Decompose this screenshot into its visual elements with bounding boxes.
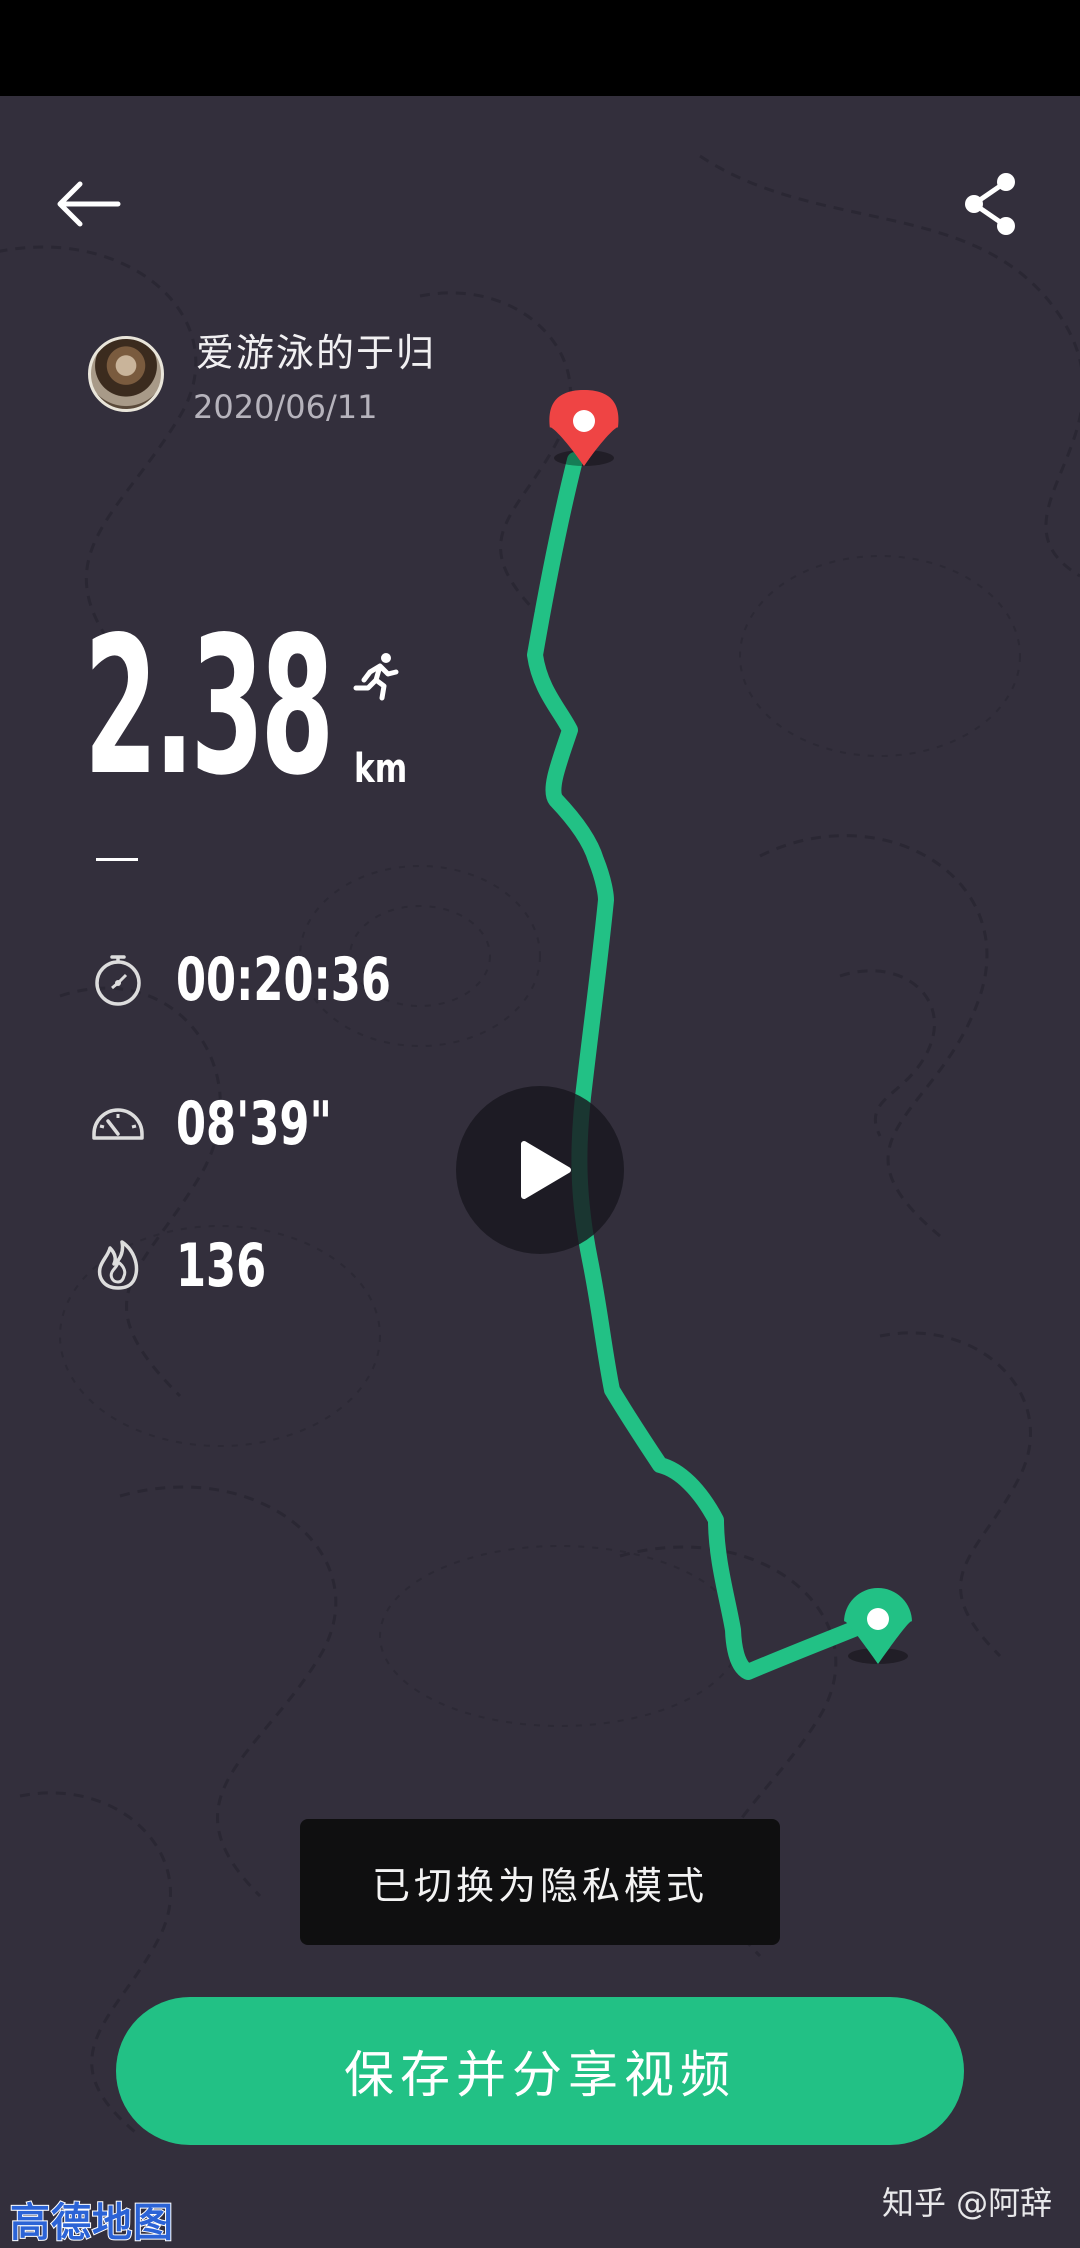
start-marker-icon [549, 390, 619, 466]
share-button[interactable] [956, 168, 1028, 240]
end-marker-icon [844, 1588, 912, 1664]
back-button[interactable] [52, 170, 124, 242]
save-and-share-video-button[interactable]: 保存并分享视频 [116, 1997, 964, 2145]
route-path [527, 452, 884, 1680]
play-icon [521, 1141, 571, 1199]
share-icon [965, 173, 1015, 235]
running-icon [353, 653, 399, 701]
privacy-mode-toast: 已切换为隐私模式 [300, 1819, 780, 1945]
username: 爱游泳的于归 [196, 331, 437, 375]
back-arrow-icon [57, 181, 121, 227]
zhihu-watermark: 知乎 @阿辞 [882, 2184, 1053, 2222]
play-button[interactable] [456, 1086, 624, 1254]
amap-watermark: 高德地图 [9, 2199, 174, 2247]
pace-value: 08'39" [176, 1089, 332, 1159]
speedometer-icon [92, 1108, 144, 1140]
workout-date: 2020/06/11 [193, 388, 378, 426]
duration-value: 00:20:36 [176, 945, 391, 1015]
calories-value: 136 [176, 1231, 267, 1301]
avatar [88, 336, 164, 412]
distance-value: 2.38 [84, 596, 334, 817]
separator-dash [96, 858, 138, 861]
distance-unit: km [354, 746, 408, 792]
stopwatch-icon [95, 955, 141, 1006]
flame-icon [97, 1240, 139, 1290]
